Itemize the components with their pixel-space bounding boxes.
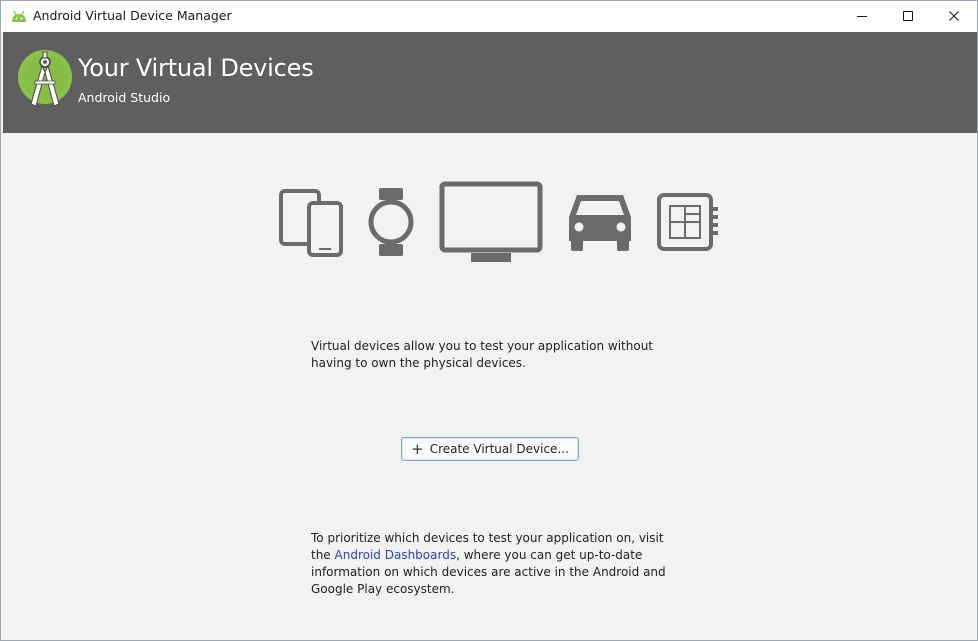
dashboard-info-text: To prioritize which devices to test your… [311, 530, 671, 598]
device-type-icons [1, 1, 977, 301]
intro-text: Virtual devices allow you to test your a… [311, 339, 653, 370]
things-chip-icon [657, 193, 718, 251]
create-virtual-device-label: Create Virtual Device... [429, 442, 569, 456]
phone-tablet-icon [279, 189, 343, 257]
create-virtual-device-button[interactable]: + Create Virtual Device... [401, 437, 579, 461]
tv-icon [439, 181, 543, 262]
android-dashboards-link[interactable]: Android Dashboards [335, 548, 457, 562]
plus-icon: + [411, 439, 424, 458]
avd-manager-window: Android Virtual Device Manager Your Virt… [0, 0, 978, 641]
car-icon [569, 195, 631, 251]
wear-watch-icon [368, 188, 414, 256]
